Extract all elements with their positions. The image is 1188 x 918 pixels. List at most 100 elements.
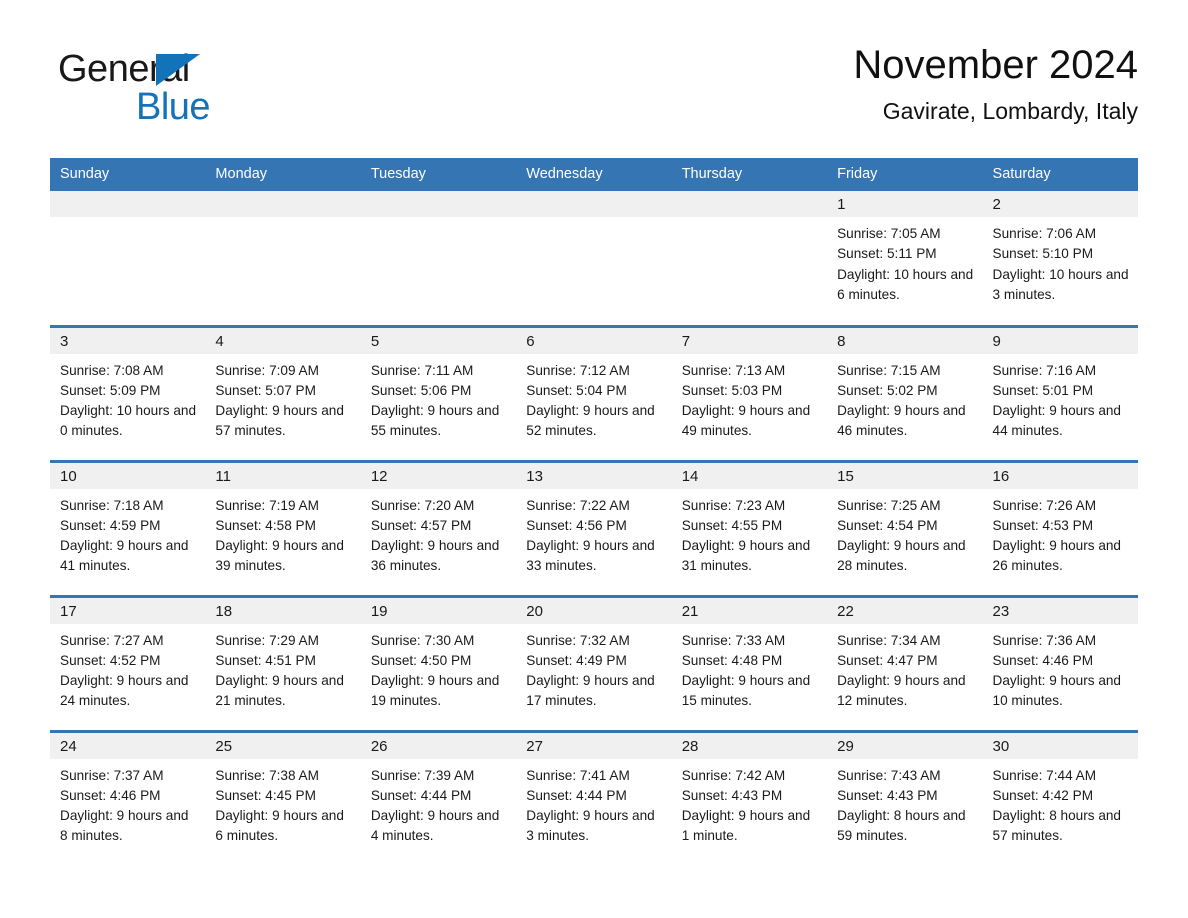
sunrise-text: Sunrise: 7:06 AM [992,226,1097,241]
weekday-header-monday: Monday [205,158,361,191]
sunset-text: Sunset: 4:42 PM [992,787,1094,803]
sunrise-text: Sunrise: 7:18 AM [60,497,164,513]
daylight-text: Daylight: 9 hours and 4 minutes. [370,808,500,844]
day-number: 11 [205,462,361,489]
calendar-day-cell[interactable] [360,191,517,326]
calendar-day-cell[interactable]: 22 Sunrise: 7:34 AM Sunset: 4:47 PM Dayligh… [827,594,983,731]
calendar-day-cell[interactable]: 16 Sunrise: 7:26 AM Sunset: 4:53 PM Dayligh… [982,459,1138,596]
sunrise-text: Sunrise: 7:22 AM [526,497,630,513]
calendar-day-cell[interactable]: 29 Sunrise: 7:43 AM Sunset: 4:43 PM Dayligh… [827,729,983,866]
day-number: 23 [982,597,1138,624]
day-details [672,217,827,224]
calendar-day-cell[interactable]: 8 Sunrise: 7:15 AM Sunset: 5:02 PM Daylight… [827,324,983,461]
day-details [361,217,516,224]
sunrise-text: Sunrise: 7:16 AM [992,362,1097,378]
daylight-text: Daylight: 10 hours and 6 minutes. [837,266,974,302]
sunset-text: Sunset: 5:02 PM [837,382,938,398]
calendar-day-cell[interactable]: 26 Sunrise: 7:39 AM Sunset: 4:44 PM Dayligh… [360,729,517,866]
day-details [205,217,360,224]
calendar-day-cell[interactable]: 12 Sunrise: 7:20 AM Sunset: 4:57 PM Dayligh… [360,459,517,596]
weekday-header-wednesday: Wednesday [516,158,672,191]
day-number: 5 [360,327,517,354]
day-details: Sunrise: 7:27 AM Sunset: 4:52 PM Daylight:… [50,624,205,712]
calendar-day-cell[interactable]: 5 Sunrise: 7:11 AM Sunset: 5:06 PM Daylight… [360,324,517,461]
daylight-text: Daylight: 9 hours and 8 minutes. [60,808,189,844]
sunrise-text: Sunrise: 7:36 AM [992,632,1097,648]
calendar-day-cell[interactable]: 14 Sunrise: 7:23 AM Sunset: 4:55 PM Dayligh… [671,459,828,596]
calendar-day-cell[interactable]: 2 Sunrise: 7:06 AM Sunset: 5:10 PM Daylight… [982,191,1138,326]
day-details: Sunrise: 7:37 AM Sunset: 4:46 PM Daylight:… [50,759,205,847]
logo-text-blue: Blue [136,86,211,128]
calendar-day-cell[interactable] [516,191,672,326]
calendar-day-cell[interactable]: 23 Sunrise: 7:36 AM Sunset: 4:46 PM Dayligh… [982,594,1138,731]
daylight-text: Daylight: 9 hours and 49 minutes. [681,403,811,439]
daylight-text: Daylight: 9 hours and 15 minutes. [681,673,811,709]
day-details: Sunrise: 7:19 AM Sunset: 4:58 PM Daylight:… [205,489,360,577]
daylight-text: Daylight: 9 hours and 41 minutes. [60,538,189,574]
sunrise-text: Sunrise: 7:25 AM [837,497,941,513]
day-details [516,217,671,224]
calendar-day-cell[interactable]: 11 Sunrise: 7:19 AM Sunset: 4:58 PM Dayligh… [205,459,361,596]
sunset-text: Sunset: 5:06 PM [370,382,472,398]
calendar-day-cell[interactable]: 6 Sunrise: 7:12 AM Sunset: 5:04 PM Daylight… [516,324,672,461]
sunset-text: Sunset: 4:46 PM [60,787,161,803]
day-details: Sunrise: 7:33 AM Sunset: 4:48 PM Daylight:… [672,624,827,712]
day-number: 21 [671,597,828,624]
calendar-day-cell[interactable]: 30 Sunrise: 7:44 AM Sunset: 4:42 PM Dayligh… [982,729,1138,866]
day-details [50,217,205,224]
calendar-day-cell[interactable]: 7 Sunrise: 7:13 AM Sunset: 5:03 PM Daylight… [671,324,828,461]
sunrise-text: Sunrise: 7:30 AM [370,632,475,648]
sunrise-text: Sunrise: 7:38 AM [215,767,319,783]
calendar-day-cell[interactable]: 28 Sunrise: 7:42 AM Sunset: 4:43 PM Dayligh… [671,729,828,866]
calendar-day-cell[interactable]: 27 Sunrise: 7:41 AM Sunset: 4:44 PM Dayligh… [516,729,672,866]
calendar-day-cell[interactable]: 25 Sunrise: 7:38 AM Sunset: 4:45 PM Dayligh… [205,729,361,866]
sunset-text: Sunset: 5:01 PM [992,382,1094,398]
daylight-text: Daylight: 9 hours and 52 minutes. [526,403,655,439]
daylight-text: Daylight: 8 hours and 57 minutes. [992,808,1121,844]
day-number: 24 [50,732,206,759]
calendar-day-cell[interactable]: 24 Sunrise: 7:37 AM Sunset: 4:46 PM Dayligh… [50,729,206,866]
day-details: Sunrise: 7:39 AM Sunset: 4:44 PM Daylight:… [361,759,516,847]
sunrise-text: Sunrise: 7:44 AM [992,767,1097,783]
calendar-day-cell[interactable] [205,191,361,326]
day-number: 4 [205,327,361,354]
daylight-text: Daylight: 9 hours and 17 minutes. [526,673,655,709]
calendar-day-cell[interactable]: 10 Sunrise: 7:18 AM Sunset: 4:59 PM Dayligh… [50,459,206,596]
day-details: Sunrise: 7:09 AM Sunset: 5:07 PM Daylight:… [205,354,360,442]
calendar-day-cell[interactable]: 13 Sunrise: 7:22 AM Sunset: 4:56 PM Dayligh… [516,459,672,596]
calendar-day-cell[interactable] [671,191,828,326]
sunset-text: Sunset: 4:53 PM [992,517,1094,533]
calendar-page: General Blue November 2024 Gavirate, Lom… [0,0,1188,918]
sunrise-text: Sunrise: 7:20 AM [370,497,475,513]
calendar-day-cell[interactable]: 15 Sunrise: 7:25 AM Sunset: 4:54 PM Dayligh… [827,459,983,596]
sunrise-text: Sunrise: 7:37 AM [60,767,164,783]
weekday-header-saturday: Saturday [982,158,1138,191]
sunrise-text: Sunrise: 7:33 AM [681,632,786,648]
calendar-day-cell[interactable]: 3 Sunrise: 7:08 AM Sunset: 5:09 PM Daylight… [50,324,206,461]
calendar-container: Sunday Monday Tuesday Wednesday Thursday… [50,158,1138,866]
calendar-day-cell[interactable]: 9 Sunrise: 7:16 AM Sunset: 5:01 PM Daylight… [982,324,1138,461]
calendar-day-cell[interactable] [50,191,206,326]
daylight-text: Daylight: 9 hours and 55 minutes. [370,403,500,439]
calendar-day-cell[interactable]: 1 Sunrise: 7:05 AM Sunset: 5:11 PM Daylight… [827,191,983,326]
sunset-text: Sunset: 4:54 PM [837,517,938,533]
calendar-day-cell[interactable]: 4 Sunrise: 7:09 AM Sunset: 5:07 PM Daylight… [205,324,361,461]
sunrise-text: Sunrise: 7:32 AM [526,632,630,648]
sunset-text: Sunset: 4:57 PM [370,517,472,533]
calendar-day-cell[interactable]: 21 Sunrise: 7:33 AM Sunset: 4:48 PM Dayligh… [671,594,828,731]
day-details: Sunrise: 7:12 AM Sunset: 5:04 PM Daylight:… [516,354,671,442]
calendar-day-cell[interactable]: 17 Sunrise: 7:27 AM Sunset: 4:52 PM Dayligh… [50,594,206,731]
calendar-week-row: 10 Sunrise: 7:18 AM Sunset: 4:59 PM Dayligh… [50,459,1138,596]
calendar-day-cell[interactable]: 18 Sunrise: 7:29 AM Sunset: 4:51 PM Dayligh… [205,594,361,731]
day-number: 9 [982,327,1138,354]
calendar-day-cell[interactable]: 19 Sunrise: 7:30 AM Sunset: 4:50 PM Dayligh… [360,594,517,731]
sunrise-text: Sunrise: 7:19 AM [215,497,319,513]
day-number: 28 [671,732,828,759]
sunset-text: Sunset: 4:43 PM [681,787,783,803]
sunrise-text: Sunrise: 7:05 AM [837,226,941,241]
sunrise-text: Sunrise: 7:26 AM [992,497,1097,513]
day-number [671,191,828,217]
calendar-day-cell[interactable]: 20 Sunrise: 7:32 AM Sunset: 4:49 PM Dayligh… [516,594,672,731]
weekday-header-thursday: Thursday [671,158,828,191]
day-details: Sunrise: 7:05 AM Sunset: 5:11 PM Daylight:… [827,217,982,305]
